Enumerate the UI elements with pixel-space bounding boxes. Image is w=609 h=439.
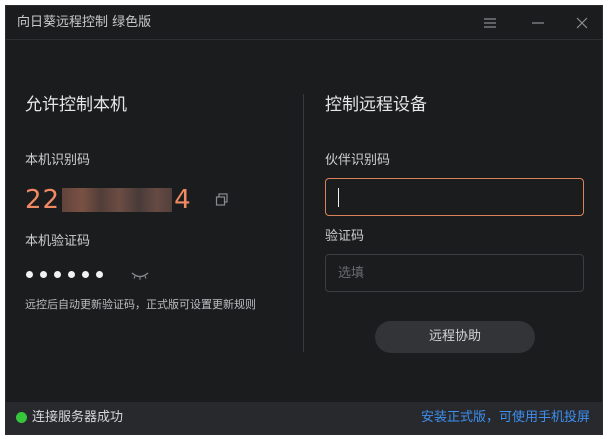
window-title: 向日葵远程控制 绿色版	[17, 15, 152, 30]
device-id-prefix: 22	[25, 185, 61, 215]
verify-code-label: 本机验证码	[25, 234, 91, 249]
verify-code-input[interactable]: 选填	[325, 254, 584, 292]
connection-status-text: 连接服务器成功	[32, 410, 124, 425]
minimize-icon	[532, 22, 544, 24]
verify-code-hint: 远控后自动更新验证码，正式版可设置更新规则	[25, 298, 256, 311]
device-id-suffix: 4	[174, 185, 192, 215]
close-button[interactable]	[570, 11, 594, 35]
menu-icon	[484, 18, 496, 28]
verify-code-placeholder: 选填	[338, 266, 365, 281]
mask-dot	[54, 271, 61, 278]
text-caret	[338, 188, 339, 207]
device-id-label: 本机识别码	[25, 153, 91, 168]
app-window: 向日葵远程控制 绿色版 允许控制本机 本机识别码 22 4 本机验证码 远控后自…	[5, 5, 603, 435]
device-id-value[interactable]: 22 4	[25, 185, 192, 215]
minimize-button[interactable]	[526, 11, 550, 35]
status-bar: 连接服务器成功 安装正式版，可使用手机投屏	[6, 402, 602, 434]
remote-assist-button[interactable]: 远程协助	[375, 321, 535, 353]
mask-dot	[96, 271, 103, 278]
control-remote-title: 控制远程设备	[325, 95, 427, 115]
copy-icon[interactable]	[214, 192, 230, 208]
mask-dot	[40, 271, 47, 278]
partner-id-input[interactable]	[325, 178, 584, 216]
allow-control-title: 允许控制本机	[25, 95, 127, 115]
close-icon	[576, 17, 588, 29]
title-bar[interactable]: 向日葵远程控制 绿色版	[6, 6, 602, 40]
connection-status-icon	[16, 412, 27, 423]
install-full-version-link[interactable]: 安装正式版，可使用手机投屏	[421, 410, 590, 426]
verify-code-masked	[26, 271, 103, 278]
partner-id-label: 伙伴识别码	[325, 153, 391, 168]
device-id-mask	[62, 188, 173, 212]
mask-dot	[26, 271, 33, 278]
panel-divider	[303, 94, 304, 352]
mask-dot	[68, 271, 75, 278]
eye-closed-icon[interactable]	[131, 271, 149, 281]
mask-dot	[82, 271, 89, 278]
menu-button[interactable]	[478, 11, 502, 35]
verify-code-input-label: 验证码	[325, 229, 365, 244]
